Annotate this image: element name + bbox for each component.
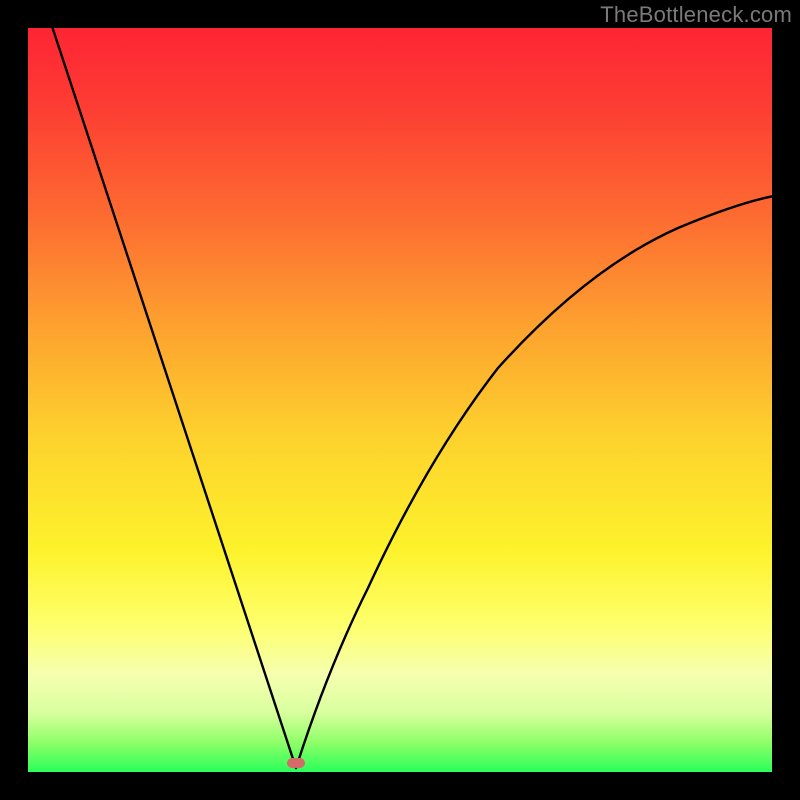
- curve-right-branch: [296, 196, 772, 768]
- chart-frame: TheBottleneck.com: [0, 0, 800, 800]
- curve-left-branch: [46, 28, 296, 768]
- bottleneck-curve: [28, 28, 772, 772]
- watermark-text: TheBottleneck.com: [600, 2, 792, 28]
- minimum-marker: [287, 758, 305, 768]
- plot-area: [28, 28, 772, 772]
